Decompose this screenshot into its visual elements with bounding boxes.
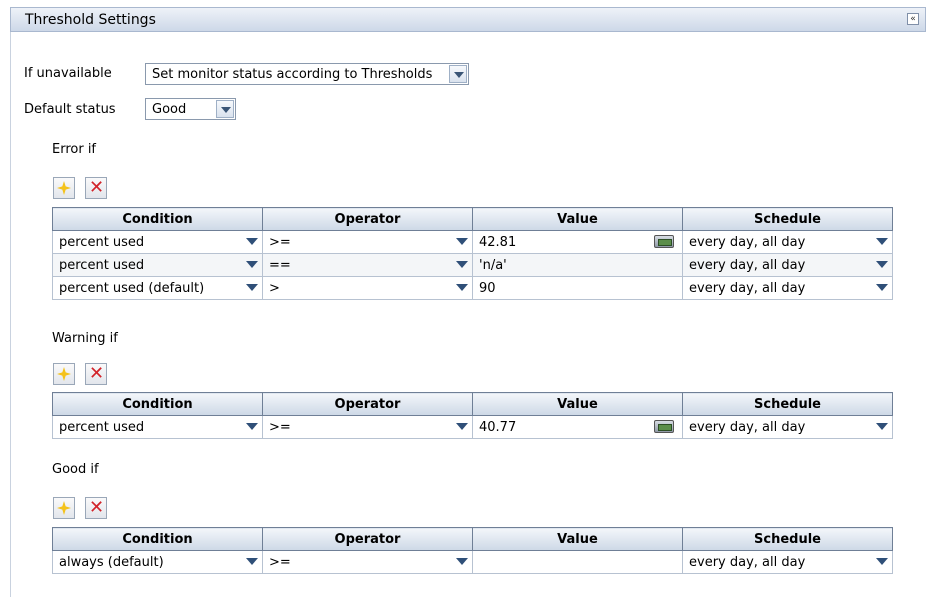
table-row: percent used == 'n/a' every day, all day [52,253,893,277]
delete-x-icon[interactable]: ✕ [85,497,107,519]
operator-cell[interactable]: > [262,276,473,300]
dropdown-arrow-icon[interactable] [876,238,888,245]
value-editor-icon[interactable] [654,420,674,433]
if-unavailable-select[interactable]: Set monitor status according to Threshol… [145,63,469,85]
column-header-operator: Operator [262,392,473,416]
operator-cell[interactable]: == [262,253,473,277]
panel-header: Threshold Settings « [10,7,926,32]
dropdown-arrow-icon[interactable] [876,261,888,268]
dropdown-arrow-icon[interactable] [246,238,258,245]
table-header-row: Condition Operator Value Schedule [52,527,893,551]
if-unavailable-label: If unavailable [24,66,112,81]
column-header-condition: Condition [52,527,263,551]
delete-x-icon[interactable]: ✕ [85,363,107,385]
dropdown-arrow-icon[interactable] [246,558,258,565]
dropdown-arrow-icon[interactable] [246,423,258,430]
operator-cell[interactable]: >= [262,415,473,439]
table-header-row: Condition Operator Value Schedule [52,392,893,416]
schedule-cell[interactable]: every day, all day [682,550,893,574]
error-if-label: Error if [52,142,97,157]
column-header-schedule: Schedule [682,392,893,416]
default-status-select[interactable]: Good [145,98,236,120]
condition-cell[interactable]: percent used [52,230,263,254]
value-cell[interactable]: 90 [472,276,683,300]
dropdown-arrow-icon[interactable] [246,261,258,268]
panel-title: Threshold Settings [25,12,156,28]
condition-cell[interactable]: always (default) [52,550,263,574]
value-editor-icon[interactable] [654,235,674,248]
collapse-icon[interactable]: « [907,13,919,25]
dropdown-arrow-icon[interactable] [456,261,468,268]
table-row: percent used (default) > 90 every day, a… [52,276,893,300]
operator-cell[interactable]: >= [262,550,473,574]
schedule-cell[interactable]: every day, all day [682,415,893,439]
error-thresholds-table: Condition Operator Value Schedule percen… [52,207,893,300]
dropdown-arrow-icon[interactable] [456,284,468,291]
column-header-schedule: Schedule [682,527,893,551]
warning-if-label: Warning if [52,331,118,346]
value-cell[interactable]: 'n/a' [472,253,683,277]
condition-cell[interactable]: percent used (default) [52,276,263,300]
chevron-down-icon[interactable] [449,65,467,83]
table-row: percent used >= 40.77 every day, all day [52,415,893,439]
default-status-value: Good [152,102,187,117]
chevron-down-icon[interactable] [216,100,234,118]
dropdown-arrow-icon[interactable] [876,558,888,565]
good-if-label: Good if [52,462,99,477]
add-star-icon[interactable] [53,363,75,385]
condition-cell[interactable]: percent used [52,253,263,277]
good-thresholds-table: Condition Operator Value Schedule always… [52,527,893,574]
column-header-operator: Operator [262,527,473,551]
table-header-row: Condition Operator Value Schedule [52,207,893,231]
delete-x-icon[interactable]: ✕ [85,177,107,199]
table-row: always (default) >= every day, all day [52,550,893,574]
value-cell[interactable] [472,550,683,574]
condition-cell[interactable]: percent used [52,415,263,439]
column-header-condition: Condition [52,207,263,231]
dropdown-arrow-icon[interactable] [456,558,468,565]
value-cell[interactable]: 42.81 [472,230,683,254]
column-header-value: Value [472,527,683,551]
dropdown-arrow-icon[interactable] [456,423,468,430]
warning-thresholds-table: Condition Operator Value Schedule percen… [52,392,893,439]
if-unavailable-value: Set monitor status according to Threshol… [152,67,433,82]
dropdown-arrow-icon[interactable] [246,284,258,291]
schedule-cell[interactable]: every day, all day [682,276,893,300]
add-star-icon[interactable] [53,497,75,519]
column-header-schedule: Schedule [682,207,893,231]
column-header-value: Value [472,207,683,231]
schedule-cell[interactable]: every day, all day [682,230,893,254]
schedule-cell[interactable]: every day, all day [682,253,893,277]
table-row: percent used >= 42.81 every day, all day [52,230,893,254]
column-header-value: Value [472,392,683,416]
dropdown-arrow-icon[interactable] [456,238,468,245]
column-header-operator: Operator [262,207,473,231]
add-star-icon[interactable] [53,177,75,199]
column-header-condition: Condition [52,392,263,416]
default-status-label: Default status [24,102,116,117]
panel-border [10,32,11,597]
value-cell[interactable]: 40.77 [472,415,683,439]
operator-cell[interactable]: >= [262,230,473,254]
dropdown-arrow-icon[interactable] [876,284,888,291]
dropdown-arrow-icon[interactable] [876,423,888,430]
